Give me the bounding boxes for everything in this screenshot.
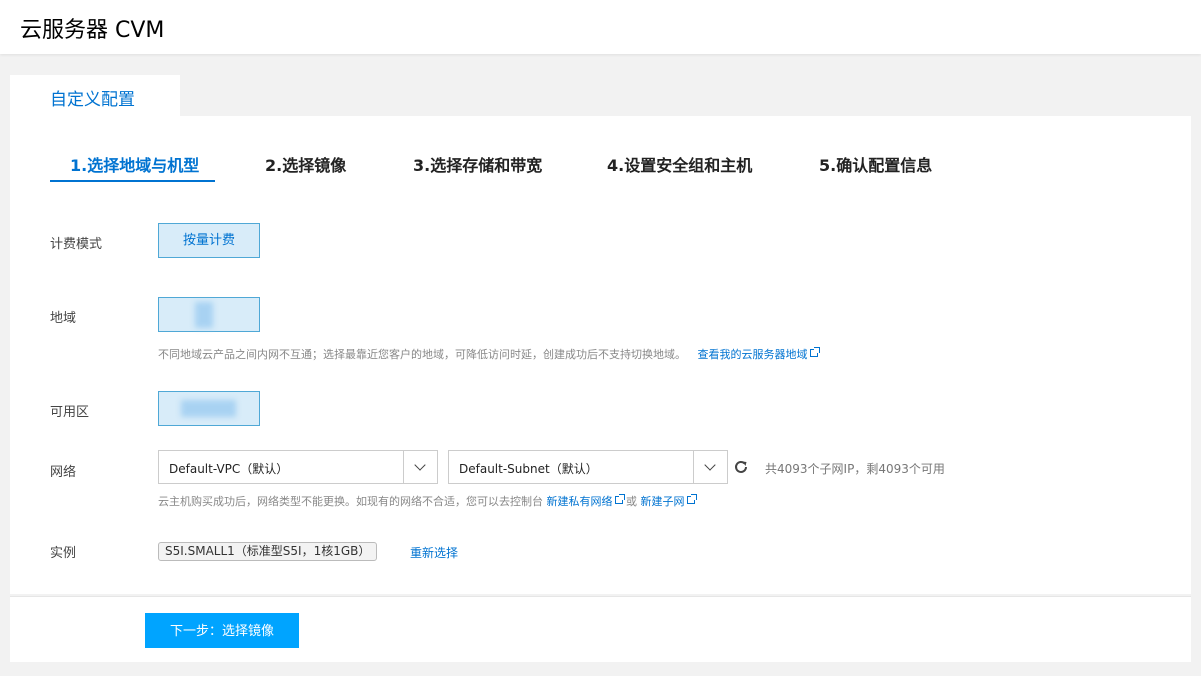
region-option[interactable] <box>158 297 260 332</box>
region-hint: 不同地域云产品之间内网不互通；选择最靠近您客户的地域，可降低访问时延，创建成功后… <box>158 346 820 362</box>
external-link-icon[interactable] <box>614 494 625 504</box>
network-label: 网络 <box>50 465 77 480</box>
footer-bar: 下一步：选择镜像 <box>10 596 1191 662</box>
zone-redacted <box>181 400 236 417</box>
chevron-down-icon[interactable] <box>403 451 437 483</box>
tab-label: 自定义配置 <box>50 90 135 110</box>
step-5[interactable]: 5.确认配置信息 <box>819 152 932 176</box>
next-step-button[interactable]: 下一步：选择镜像 <box>145 613 299 648</box>
region-label: 地域 <box>50 311 77 326</box>
active-step-indicator <box>50 180 215 182</box>
refresh-icon[interactable] <box>733 459 749 475</box>
chevron-down-icon[interactable] <box>693 451 727 483</box>
config-panel: 1.选择地域与机型 2.选择镜像 3.选择存储和带宽 4.设置安全组和主机 5.… <box>10 116 1191 594</box>
new-subnet-link[interactable]: 新建子网 <box>641 495 685 508</box>
region-redacted <box>195 302 213 328</box>
external-link-icon[interactable] <box>809 347 820 357</box>
vpc-select-value: Default-VPC（默认） <box>169 462 289 476</box>
subnet-select-value: Default-Subnet（默认） <box>459 462 598 476</box>
step-2[interactable]: 2.选择镜像 <box>265 152 346 176</box>
network-hint-or: 或 <box>626 495 637 508</box>
subnet-select[interactable]: Default-Subnet（默认） <box>448 450 728 484</box>
billing-label: 计费模式 <box>50 237 103 252</box>
network-hint-text: 云主机购买成功后，网络类型不能更换。如现有的网络不合适，您可以去控制台 <box>158 495 543 508</box>
instance-label: 实例 <box>50 546 77 561</box>
billing-option-pay-as-you-go[interactable]: 按量计费 <box>158 223 260 258</box>
zone-label: 可用区 <box>50 405 90 420</box>
page-title: 云服务器 CVM <box>20 18 165 43</box>
network-hint: 云主机购买成功后，网络类型不能更换。如现有的网络不合适，您可以去控制台 新建私有… <box>158 493 697 509</box>
region-link[interactable]: 查看我的云服务器地域 <box>698 348 808 361</box>
subnet-ip-info: 共4093个子网IP，剩4093个可用 <box>765 462 945 476</box>
reselect-instance-link[interactable]: 重新选择 <box>410 544 458 561</box>
step-1[interactable]: 1.选择地域与机型 <box>70 152 199 176</box>
vpc-select[interactable]: Default-VPC（默认） <box>158 450 438 484</box>
external-link-icon[interactable] <box>686 494 697 504</box>
region-hint-text: 不同地域云产品之间内网不互通；选择最靠近您客户的地域，可降低访问时延，创建成功后… <box>158 348 686 361</box>
top-bar: 云服务器 CVM <box>0 0 1201 54</box>
step-3[interactable]: 3.选择存储和带宽 <box>413 152 542 176</box>
instance-value: S5I.SMALL1（标准型S5I，1核1GB） <box>158 542 378 561</box>
new-vpc-link[interactable]: 新建私有网络 <box>547 495 613 508</box>
step-4[interactable]: 4.设置安全组和主机 <box>607 152 752 176</box>
zone-option[interactable] <box>158 391 260 426</box>
tab-custom-config[interactable]: 自定义配置 <box>10 75 180 117</box>
